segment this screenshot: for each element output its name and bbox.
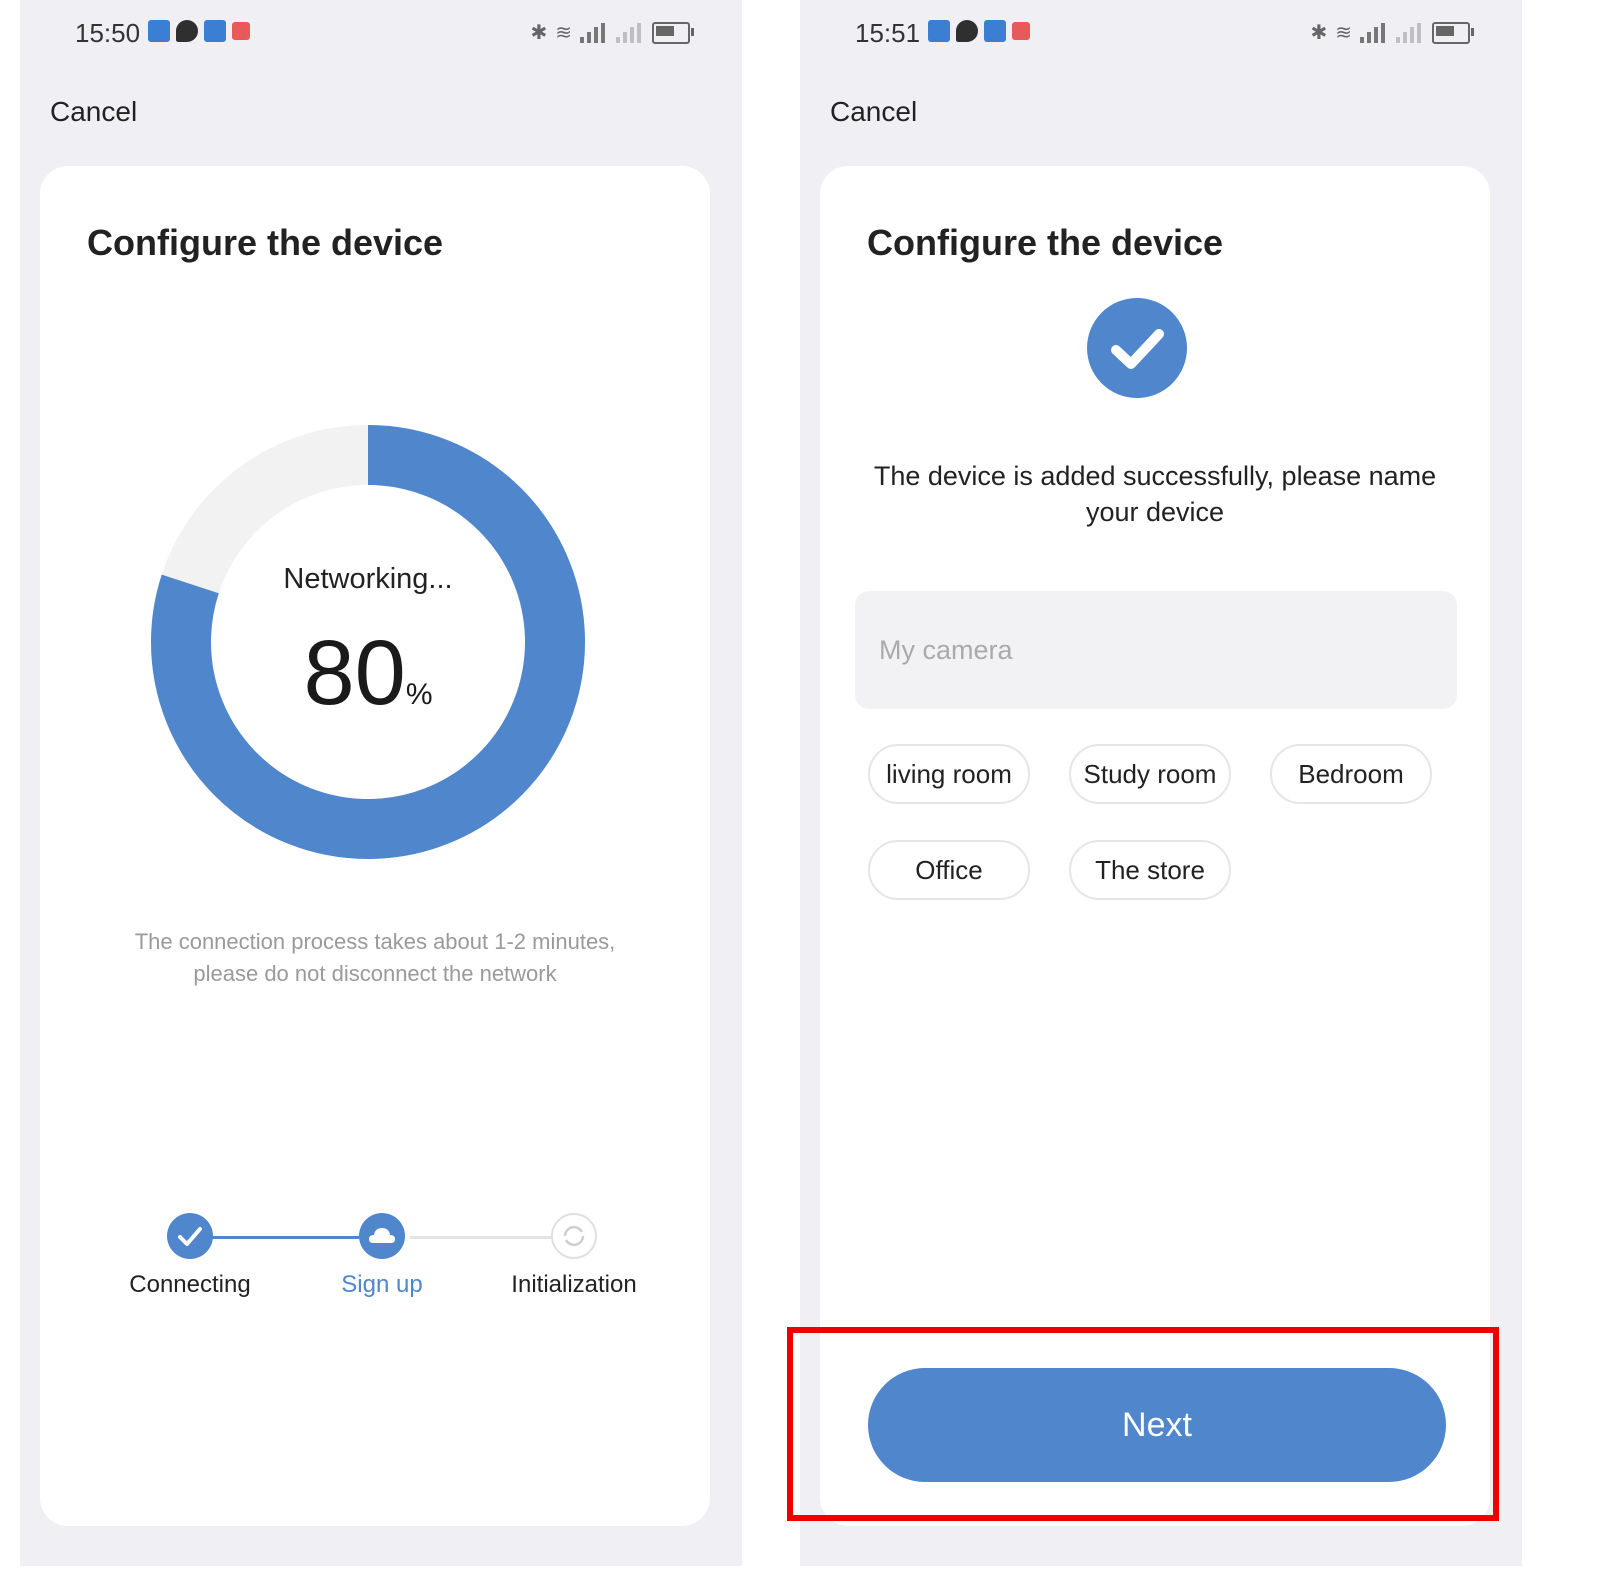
progress-steps: Connecting Sign up Initialization [100,1206,660,1326]
progress-readout: Networking... 80% [137,411,599,873]
page-title: Configure the device [87,222,444,263]
success-check-icon [1087,298,1187,398]
signal-icon [1360,22,1388,43]
configure-card: Configure the device The device is added… [820,166,1490,1526]
wifi-icon: ≋ [555,22,572,44]
check-icon [167,1213,213,1259]
progress-unit: % [405,678,433,711]
system-icons: ✱ ≋ [1310,20,1474,45]
step-sign-up: Sign up [312,1206,452,1299]
step-label: Connecting [129,1271,251,1298]
wifi-icon: ≋ [1335,22,1352,44]
step-label: Sign up [341,1271,423,1298]
notification-icons [148,20,250,42]
system-icons: ✱ ≋ [530,20,694,45]
loading-icon [551,1213,597,1259]
phone-screen-name-device: 15:51 ✱ ≋ Cancel Configure the device Th… [800,0,1522,1566]
status-time: 15:50 [75,18,141,48]
progress-value: 80% [137,621,599,726]
calendar-notification-icon [232,22,250,40]
next-button[interactable]: Next [868,1368,1446,1482]
progress-number: 80 [303,622,406,724]
step-label: Initialization [511,1271,637,1298]
signal-icon [580,22,608,43]
configure-card: Configure the device Networking... 80% T… [40,166,710,1526]
connection-note: The connection process takes about 1-2 m… [80,926,670,990]
signal-icon-2 [616,22,644,43]
status-time: 15:51 [855,18,921,48]
room-chip-the-store[interactable]: The store [1069,840,1231,900]
device-name-input[interactable] [855,591,1457,709]
cloud-icon [359,1213,405,1259]
connection-note-line1: The connection process takes about 1-2 m… [134,929,616,954]
calendar-notification-icon [1012,22,1030,40]
chat-notification-icon [176,20,198,42]
message-notification-icon [204,20,226,42]
notification-icons [928,20,1030,42]
battery-icon [652,21,694,44]
step-initialization: Initialization [504,1206,644,1299]
networking-label: Networking... [283,563,453,595]
bluetooth-icon: ✱ [530,22,548,44]
battery-icon [1432,21,1474,44]
page-title: Configure the device [867,222,1224,263]
cancel-button[interactable]: Cancel [830,96,917,128]
bluetooth-icon: ✱ [1310,22,1328,44]
status-bar: 15:51 ✱ ≋ [800,14,1522,50]
app-notification-icon [148,20,170,42]
connection-note-line2: please do not disconnect the network [193,961,557,986]
room-chip-office[interactable]: Office [868,840,1030,900]
step-connecting: Connecting [120,1206,260,1299]
phone-screen-networking: 15:50 ✱ ≋ Cancel Configure the device Ne… [20,0,742,1566]
room-chip-living-room[interactable]: living room [868,744,1030,804]
success-message-line2: your device [1085,497,1225,527]
message-notification-icon [984,20,1006,42]
status-bar: 15:50 ✱ ≋ [20,14,742,50]
room-chip-study-room[interactable]: Study room [1069,744,1231,804]
success-message: The device is added successfully, please… [850,458,1460,530]
signal-icon-2 [1396,22,1424,43]
chat-notification-icon [956,20,978,42]
app-notification-icon [928,20,950,42]
cancel-button[interactable]: Cancel [50,96,137,128]
room-chip-bedroom[interactable]: Bedroom [1270,744,1432,804]
success-message-line1: The device is added successfully, please… [873,461,1437,491]
